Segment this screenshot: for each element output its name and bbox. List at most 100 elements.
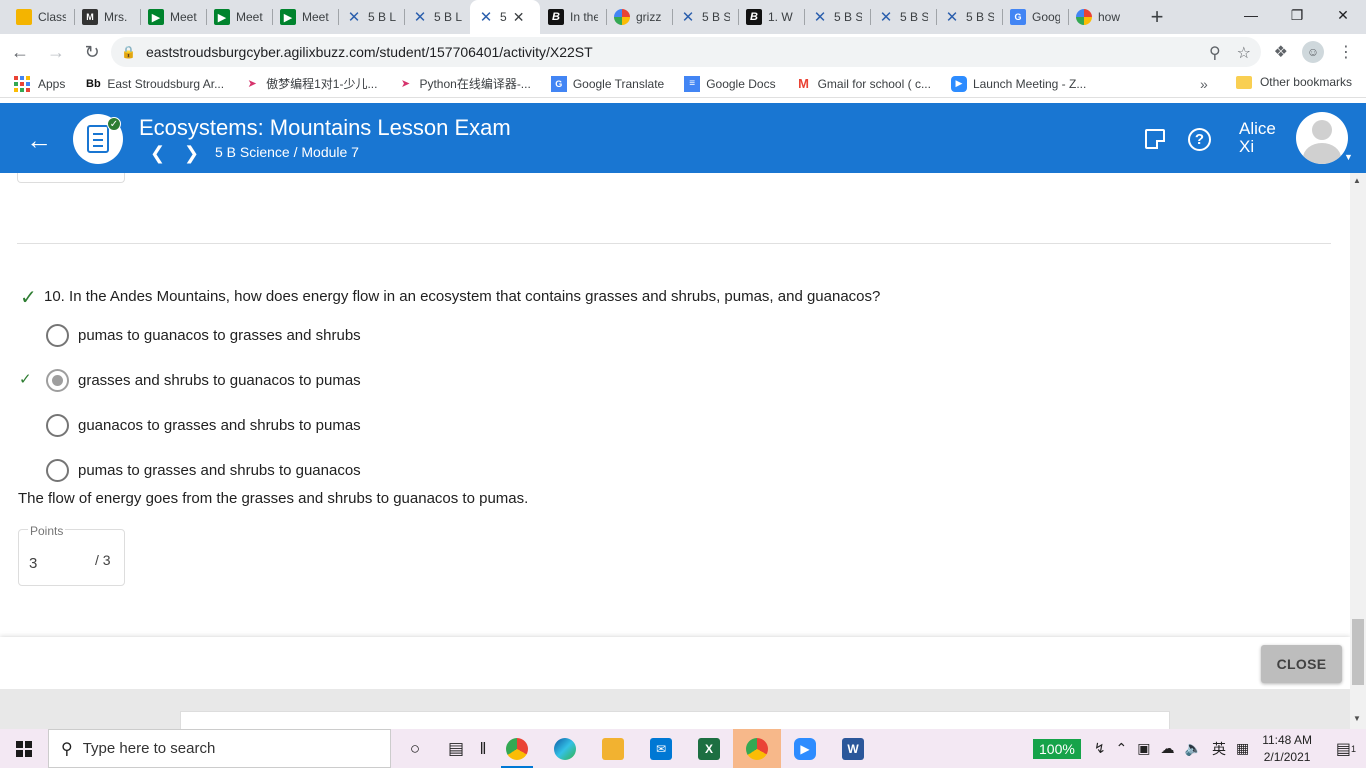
bookmark-google-docs[interactable]: ≡ Google Docs — [684, 75, 776, 92]
back-arrow-icon[interactable]: ← — [26, 125, 52, 156]
minimize-icon[interactable]: — — [1228, 0, 1274, 30]
browser-tab[interactable]: ✕ 5 B S — [804, 0, 870, 34]
browser-tab[interactable]: G Goog — [1002, 0, 1068, 34]
bookmark-east-stroudsburg[interactable]: Bb East Stroudsburg Ar... — [85, 76, 224, 92]
profile-icon[interactable]: ☺ — [1302, 41, 1324, 63]
word-icon[interactable]: W — [829, 729, 877, 768]
user-menu-caret-icon[interactable]: ▼ — [1344, 152, 1353, 162]
browser-tab[interactable]: grizz — [606, 0, 672, 34]
bookmark-aomeng[interactable]: ➤ 傲梦编程1对1-少儿... — [244, 75, 377, 92]
cortana-icon[interactable]: ○ — [391, 729, 439, 768]
browser-tab[interactable]: ✕ 5 ✕ — [470, 0, 540, 34]
clock[interactable]: 11:48 AM 2/1/2021 — [1262, 732, 1312, 766]
scrollbar-thumb[interactable] — [1352, 619, 1364, 685]
browser-tab[interactable]: B In the — [540, 0, 606, 34]
google-meet-icon: ▶ — [214, 9, 230, 25]
answer-option-1[interactable]: pumas to guanacos to grasses and shrubs — [46, 324, 361, 347]
breadcrumb[interactable]: 5 B Science / Module 7 — [215, 144, 359, 160]
extensions-icon[interactable]: ❖ — [1274, 42, 1288, 62]
chrome-icon[interactable] — [493, 729, 541, 768]
browser-tab[interactable]: Class — [8, 0, 74, 34]
divider-icon: ‖ — [479, 738, 487, 758]
task-view-icon[interactable]: ▤ — [439, 729, 473, 768]
reload-icon[interactable]: ↻ — [76, 36, 108, 68]
onedrive-icon[interactable]: ☁ — [1161, 740, 1175, 757]
scroll-up-icon[interactable]: ▲ — [1353, 176, 1361, 185]
notification-icon[interactable]: ▤ 1 — [1326, 729, 1366, 768]
answer-feedback: The flow of energy goes from the grasses… — [18, 490, 529, 507]
lock-icon[interactable]: 🔒 — [121, 45, 136, 59]
bookmark-gmail[interactable]: M Gmail for school ( c... — [796, 76, 931, 92]
forward-icon[interactable]: → — [40, 36, 72, 68]
points-max: / 3 — [95, 552, 111, 568]
mail-icon[interactable]: ✉ — [637, 729, 685, 768]
question-content: ✓ 10. In the Andes Mountains, how does e… — [0, 173, 1350, 637]
edge-icon[interactable] — [541, 729, 589, 768]
volume-icon[interactable]: 🔈 — [1185, 740, 1202, 757]
close-window-icon[interactable]: ✕ — [1320, 0, 1366, 30]
user-name[interactable]: Alice Xi — [1239, 120, 1289, 156]
address-bar[interactable]: 🔒 eaststroudsburgcyber.agilixbuzz.com/st… — [111, 37, 1261, 67]
zoom-icon[interactable]: ⚲ — [1209, 43, 1221, 63]
radio-button[interactable] — [46, 324, 69, 347]
tab-close-icon[interactable]: ✕ — [513, 9, 525, 26]
answer-option-3[interactable]: guanacos to grasses and shrubs to pumas — [46, 414, 361, 437]
network-icon[interactable]: ▣ — [1137, 740, 1150, 757]
chrome-app-icon[interactable] — [733, 729, 781, 768]
back-icon[interactable]: ← — [4, 36, 36, 68]
file-explorer-icon[interactable] — [589, 729, 637, 768]
bookmark-google-translate[interactable]: G Google Translate — [550, 75, 664, 92]
chevron-left-icon[interactable]: ❮ — [150, 143, 165, 164]
bookmark-zoom[interactable]: ▶ Launch Meeting - Z... — [950, 75, 1086, 92]
answer-option-4[interactable]: pumas to grasses and shrubs to guanacos — [46, 459, 361, 482]
menu-kebab-icon[interactable]: ⋮ — [1338, 42, 1354, 62]
start-button[interactable] — [0, 729, 48, 768]
browser-tab[interactable]: M Mrs. — [74, 0, 140, 34]
bookmark-python[interactable]: ➤ Python在线编译器-... — [397, 75, 531, 92]
browser-tab[interactable]: ✕ 5 B S — [870, 0, 936, 34]
browser-toolbar: ← → ↻ 🔒 eaststroudsburgcyber.agilixbuzz.… — [0, 34, 1366, 70]
previous-points-box — [17, 173, 125, 183]
browser-tab[interactable]: ▶ Meet — [140, 0, 206, 34]
restore-icon[interactable]: ❐ — [1274, 0, 1320, 30]
answer-option-2[interactable]: grasses and shrubs to guanacos to pumas — [46, 369, 361, 392]
radio-button[interactable] — [46, 414, 69, 437]
browser-tab[interactable]: ✕ 5 B S — [672, 0, 738, 34]
browser-tab[interactable]: how — [1068, 0, 1134, 34]
tab-title: Meet — [302, 10, 329, 24]
browser-tab[interactable]: ✕ 5 B L — [338, 0, 404, 34]
browser-tab[interactable]: ✕ 5 B S — [936, 0, 1002, 34]
tab-list: Class M Mrs. ▶ Meet ▶ Meet ▶ Meet ✕ 5 B L ✕ 5 B L ✕ 5 ✕… — [0, 0, 1174, 34]
bookmark-apps[interactable]: Apps — [14, 75, 65, 92]
notes-icon[interactable] — [1145, 129, 1165, 149]
radio-button-selected[interactable] — [46, 369, 69, 392]
battery-indicator[interactable]: 100% — [1033, 738, 1081, 759]
omnibox-actions: ⚲ ☆ — [1209, 43, 1251, 63]
tab-title: 5 B S — [702, 10, 730, 24]
excel-icon[interactable]: X — [685, 729, 733, 768]
zoom-app-icon[interactable]: ▶ — [781, 729, 829, 768]
keyboard-layout-icon[interactable]: ▦ — [1236, 740, 1249, 757]
browser-tab[interactable]: ▶ Meet — [272, 0, 338, 34]
ime-indicator[interactable]: 英 — [1212, 739, 1226, 759]
power-icon[interactable]: ↯ — [1094, 740, 1106, 757]
show-hidden-icon[interactable]: ⌃ — [1116, 740, 1128, 757]
help-icon[interactable]: ? — [1188, 128, 1211, 151]
bookmark-star-icon[interactable]: ☆ — [1237, 43, 1251, 63]
radio-button[interactable] — [46, 459, 69, 482]
close-button[interactable]: CLOSE — [1261, 645, 1342, 683]
avatar[interactable] — [1296, 112, 1348, 164]
new-tab-icon[interactable]: + — [1140, 0, 1174, 34]
other-bookmarks[interactable]: Other bookmarks — [1235, 75, 1352, 89]
google-docs-icon: ≡ — [684, 75, 701, 92]
browser-tab[interactable]: B 1. W — [738, 0, 804, 34]
mrs-icon: M — [82, 9, 98, 25]
divider — [17, 243, 1331, 244]
more-bookmarks-icon[interactable]: » — [1200, 76, 1208, 92]
url-text[interactable]: eaststroudsburgcyber.agilixbuzz.com/stud… — [146, 44, 593, 60]
scroll-down-icon[interactable]: ▼ — [1353, 714, 1361, 723]
taskbar-search[interactable]: ⚲ Type here to search — [48, 729, 391, 768]
chevron-right-icon[interactable]: ❯ — [184, 143, 199, 164]
browser-tab[interactable]: ▶ Meet — [206, 0, 272, 34]
browser-tab[interactable]: ✕ 5 B L — [404, 0, 470, 34]
